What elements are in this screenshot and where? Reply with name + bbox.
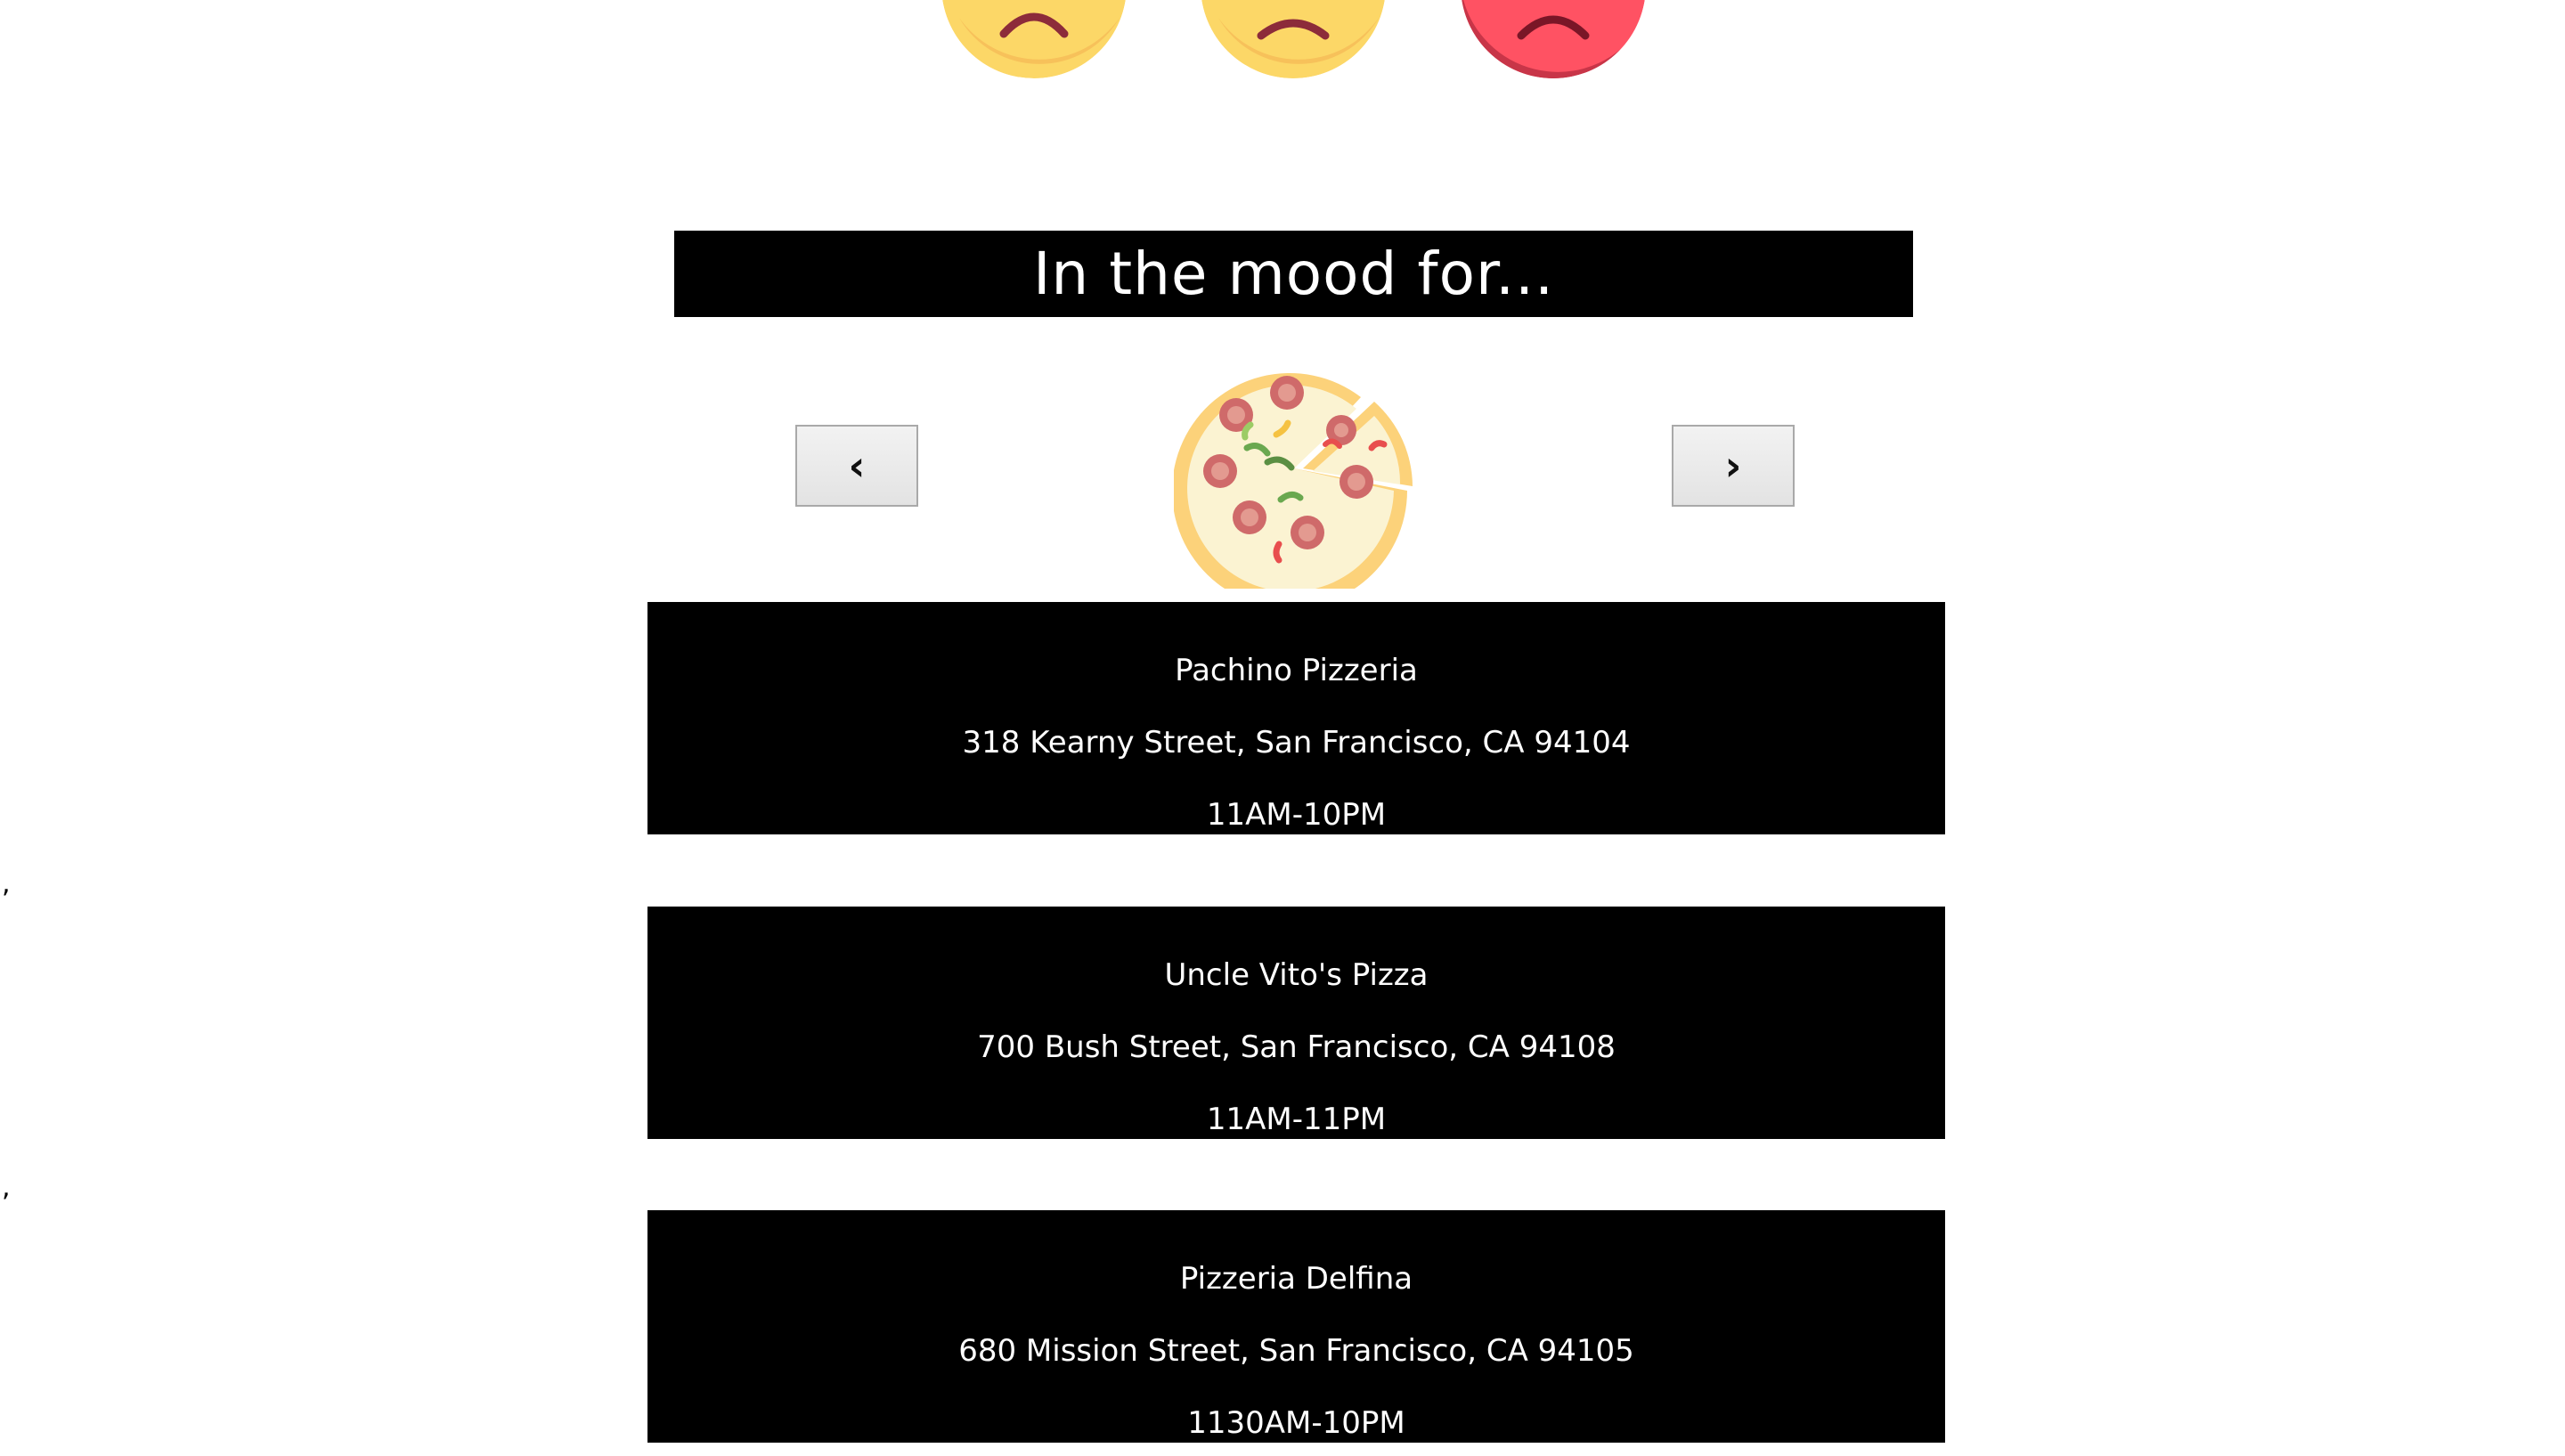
mood-header: In the mood for... (674, 231, 1913, 317)
restaurant-hours: 11AM-10PM (1206, 797, 1387, 833)
restaurant-hours: 11AM-11PM (1206, 1102, 1387, 1137)
sad-face-icon[interactable] (1201, 0, 1386, 78)
restaurant-card[interactable]: Pachino Pizzeria 318 Kearny Street, San … (647, 602, 1945, 834)
next-button[interactable]: › (1672, 425, 1795, 507)
restaurant-address: 680 Mission Street, San Francisco, CA 94… (958, 1333, 1634, 1369)
restaurant-name: Pizzeria Delfina (1179, 1261, 1413, 1297)
restaurant-card[interactable]: Uncle Vito's Pizza 700 Bush Street, San … (647, 907, 1945, 1139)
pizza-icon (1174, 348, 1414, 589)
angry-face-icon[interactable] (1461, 0, 1646, 78)
restaurant-address: 318 Kearny Street, San Francisco, CA 941… (962, 725, 1631, 761)
separator-text: , (2, 868, 11, 899)
sad-face-icon[interactable] (941, 0, 1127, 78)
restaurant-name: Pachino Pizzeria (1175, 653, 1418, 688)
previous-button[interactable]: ‹ (795, 425, 918, 507)
page: In the mood for... ‹ › Pachino Pizzeria … (0, 0, 2565, 1456)
restaurant-name: Uncle Vito's Pizza (1164, 957, 1429, 993)
separator-text: , (2, 1172, 11, 1203)
restaurant-address: 700 Bush Street, San Francisco, CA 94108 (977, 1029, 1616, 1065)
restaurant-card[interactable]: Pizzeria Delfina 680 Mission Street, San… (647, 1210, 1945, 1443)
restaurant-hours: 1130AM-10PM (1187, 1405, 1405, 1441)
